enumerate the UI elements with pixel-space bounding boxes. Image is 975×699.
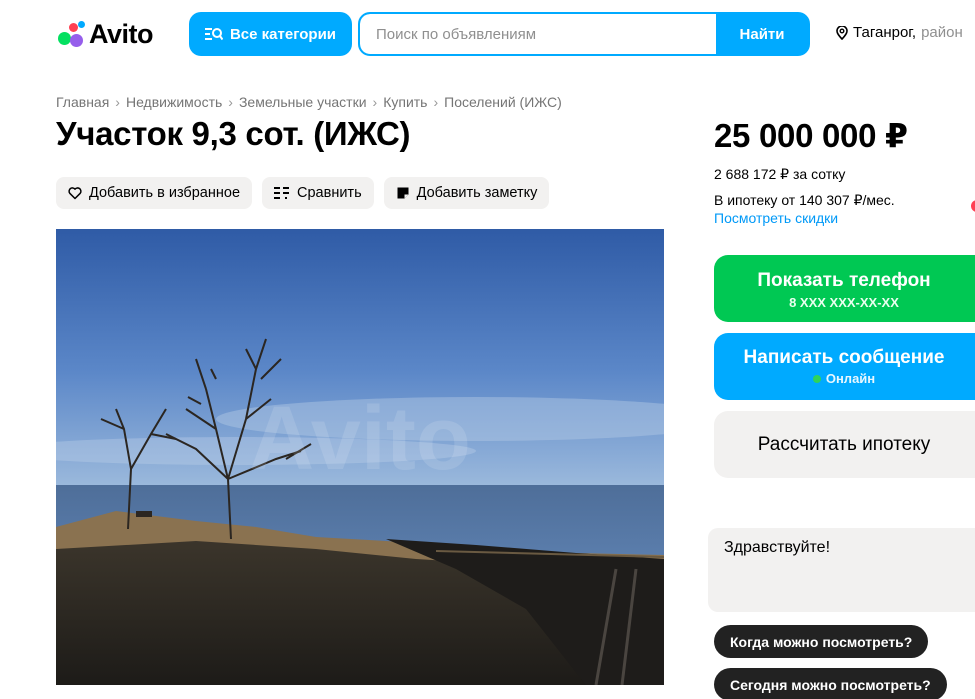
breadcrumb-separator: › (372, 94, 378, 110)
compare-label: Сравнить (297, 185, 362, 201)
note-icon (397, 187, 409, 199)
heart-icon (68, 187, 82, 200)
listing-actions: Добавить в избранное Сравнить Добавить з… (56, 177, 550, 209)
breadcrumb-separator: › (228, 94, 233, 110)
categories-search-icon (204, 28, 223, 41)
show-phone-button[interactable]: Показать телефон 8 XXX XXX-XX-XX (714, 255, 975, 322)
compare-button[interactable]: Сравнить (262, 177, 374, 209)
logo-text: Avito (89, 18, 154, 49)
avito-logo[interactable]: Avito (56, 16, 154, 52)
breadcrumb-separator: › (433, 94, 439, 110)
all-categories-label: Все категории (229, 25, 337, 43)
view-discounts-link[interactable]: Посмотреть скидки (714, 210, 838, 226)
write-message-button[interactable]: Написать сообщение Онлайн (714, 333, 975, 400)
add-note-button[interactable]: Добавить заметку (383, 177, 550, 209)
calculate-mortgage-button[interactable]: Рассчитать ипотеку (714, 411, 975, 478)
breadcrumb: Главная › Недвижимость › Земельные участ… (56, 94, 562, 110)
online-status-label: Онлайн (825, 371, 876, 386)
landscape-photo: Avito (56, 229, 664, 685)
search-button[interactable]: Найти (716, 14, 808, 54)
search-input[interactable] (360, 14, 716, 54)
breadcrumb-item-home[interactable]: Главная (56, 94, 109, 110)
all-categories-button[interactable]: Все категории (189, 12, 352, 56)
page-title: Участок 9,3 сот. (ИЖС) (56, 115, 411, 152)
show-phone-label: Показать телефон (757, 270, 931, 291)
online-dot-icon (812, 374, 821, 383)
add-to-favorites-button[interactable]: Добавить в избранное (56, 177, 253, 209)
breadcrumb-item-buy[interactable]: Купить (383, 94, 427, 110)
quick-reply-when-view[interactable]: Когда можно посмотреть? (714, 625, 929, 658)
mortgage-monthly: В ипотеку от 140 307 ₽/мес. (714, 192, 895, 208)
message-input-text: Здравствуйте! (724, 539, 831, 556)
price-per-unit: 2 688 172 ₽ за сотку (714, 166, 846, 182)
search-bar: Найти (358, 12, 810, 56)
notification-badge (971, 200, 975, 212)
location-city: Таганрог, (853, 24, 917, 41)
compare-icon (274, 187, 290, 199)
online-status: Онлайн (714, 371, 974, 386)
breadcrumb-item-land[interactable]: Земельные участки (239, 94, 367, 110)
masked-phone: 8 XXX XXX-XX-XX (789, 295, 899, 310)
add-to-favorites-label: Добавить в избранное (89, 185, 241, 201)
breadcrumb-separator: › (115, 94, 120, 110)
avito-logo-dots-icon (56, 19, 88, 49)
location-selector[interactable]: Таганрог, район (836, 24, 963, 41)
breadcrumb-item-izhs[interactable]: Поселений (ИЖС) (444, 94, 562, 110)
photo-watermark: Avito (249, 389, 471, 489)
message-input[interactable]: Здравствуйте! (708, 528, 975, 612)
quick-reply-today-view[interactable]: Сегодня можно посмотреть? (714, 668, 947, 699)
breadcrumb-item-real-estate[interactable]: Недвижимость (126, 94, 222, 110)
write-message-label: Написать сообщение (743, 347, 945, 368)
listing-photo[interactable]: Avito (56, 229, 664, 685)
location-region: район (921, 24, 963, 41)
calculate-mortgage-label: Рассчитать ипотеку (757, 434, 931, 455)
add-note-label: Добавить заметку (416, 185, 538, 201)
location-pin-icon (836, 25, 848, 40)
price: 25 000 000 ₽ (714, 117, 908, 154)
